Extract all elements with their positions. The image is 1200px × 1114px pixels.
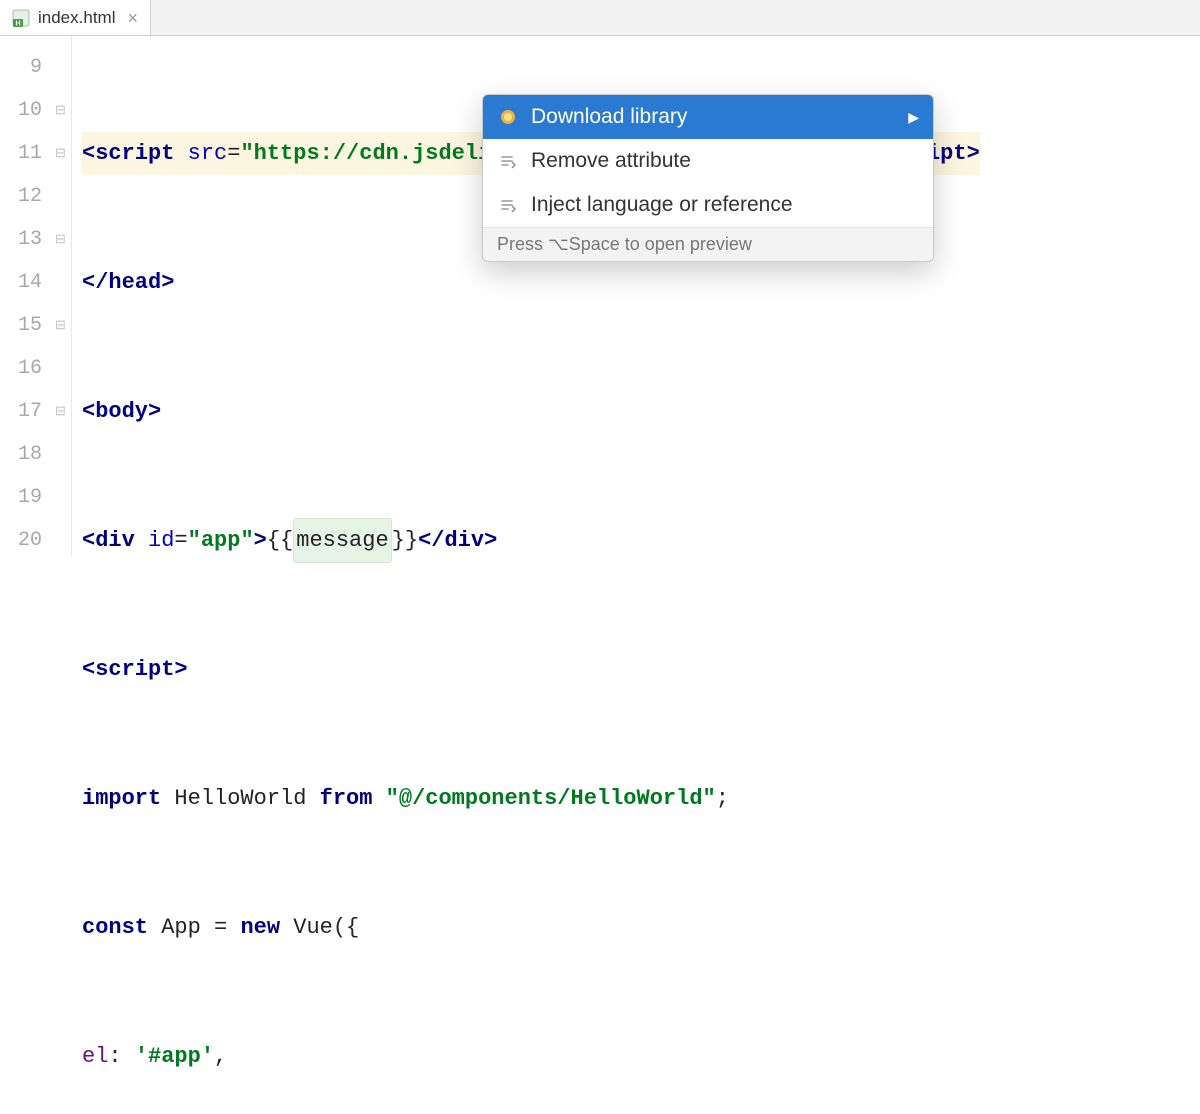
fold-marker[interactable]: ⊟: [50, 132, 71, 175]
intention-menu: Download library ▶ Remove attribute Inje…: [482, 94, 934, 262]
line-number: 11: [0, 132, 42, 175]
code-line[interactable]: el: '#app',: [82, 1035, 980, 1078]
fold-marker[interactable]: ⊟: [50, 390, 71, 433]
fold-marker[interactable]: ⊟: [50, 304, 71, 347]
line-number: 16: [0, 347, 42, 390]
menu-item-remove-attribute[interactable]: Remove attribute: [483, 139, 933, 183]
code-line[interactable]: <div id="app">{{message}}</div>: [82, 519, 980, 562]
code-line[interactable]: </head>: [82, 261, 980, 304]
file-tab[interactable]: H index.html ×: [0, 0, 151, 35]
menu-item-label: Inject language or reference: [531, 193, 793, 217]
svg-text:H: H: [15, 20, 20, 27]
bulb-icon: [497, 106, 519, 128]
line-number: 13: [0, 218, 42, 261]
close-icon[interactable]: ×: [127, 9, 138, 27]
tab-bar: H index.html ×: [0, 0, 1200, 36]
menu-item-download-library[interactable]: Download library ▶: [483, 95, 933, 139]
menu-item-inject-language[interactable]: Inject language or reference: [483, 183, 933, 227]
line-number: 17: [0, 390, 42, 433]
edit-icon: [497, 150, 519, 172]
line-number: 18: [0, 433, 42, 476]
code-line[interactable]: <script>: [82, 648, 980, 691]
tab-filename: index.html: [38, 8, 115, 28]
fold-marker[interactable]: ⊟: [50, 218, 71, 261]
line-number: 10: [0, 89, 42, 132]
fold-gutter: ⊟ ⊟ ⊟ ⊟ ⊟: [50, 36, 72, 557]
line-number: 20: [0, 519, 42, 562]
code-line[interactable]: <body>: [82, 390, 980, 433]
menu-item-label: Download library: [531, 105, 687, 129]
line-number: 14: [0, 261, 42, 304]
submenu-arrow-icon: ▶: [908, 109, 919, 126]
line-number-gutter: 9 10 11 12 13 14 15 16 17 18 19 20: [0, 36, 50, 557]
menu-item-label: Remove attribute: [531, 149, 691, 173]
code-line[interactable]: import HelloWorld from "@/components/Hel…: [82, 777, 980, 820]
line-number: 9: [0, 46, 42, 89]
menu-footer-hint: Press ⌥Space to open preview: [483, 227, 933, 261]
line-number: 19: [0, 476, 42, 519]
fold-marker[interactable]: ⊟: [50, 89, 71, 132]
html-file-icon: H: [12, 9, 30, 27]
edit-icon: [497, 194, 519, 216]
line-number: 15: [0, 304, 42, 347]
line-number: 12: [0, 175, 42, 218]
code-line[interactable]: const App = new Vue({: [82, 906, 980, 949]
